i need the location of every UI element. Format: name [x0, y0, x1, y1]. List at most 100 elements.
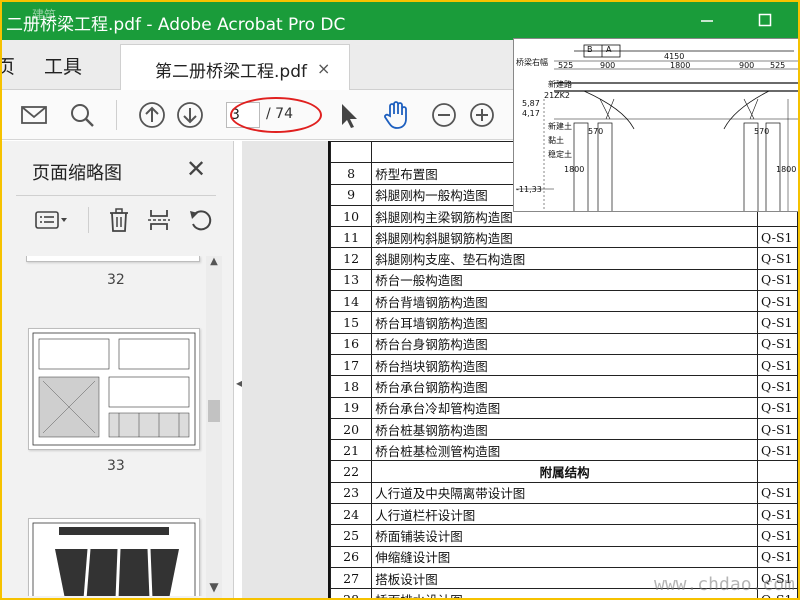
table-row: 11 斜腿刚构斜腿钢筋构造图 Q-S1 — [329, 226, 798, 249]
drawing-label: 900 — [739, 61, 755, 70]
panel-title: 页面缩略图 — [32, 163, 122, 184]
table-row: 13 桥台一般构造图 Q-S1 — [329, 268, 798, 292]
scroll-down-icon[interactable]: ▼ — [206, 580, 222, 596]
row-number: 12 — [329, 247, 373, 270]
scroll-thumb[interactable] — [208, 400, 220, 422]
plus-circle-icon — [470, 103, 494, 127]
delete-page-button[interactable] — [104, 205, 134, 235]
previous-page-button[interactable] — [136, 99, 168, 131]
drawing-label: A — [606, 45, 612, 54]
drawing-code: Q-S1 — [757, 311, 798, 334]
minimize-button[interactable] — [692, 8, 722, 32]
drawing-label: 21ZK2 — [544, 91, 570, 100]
drawing-name: 桥台台身钢筋构造图 — [371, 332, 759, 355]
drawing-name: 桥台桩基检测管构造图 — [371, 439, 759, 462]
table-row: 22 附属结构 — [329, 460, 798, 483]
drawing-code: Q-S1 — [757, 247, 798, 270]
drawing-label: 4,17 — [522, 109, 540, 118]
row-number: 23 — [329, 481, 373, 505]
maximize-button[interactable] — [750, 8, 780, 32]
table-row: 23 人行道及中央隔离带设计图 Q-S1 — [329, 481, 798, 505]
drawing-name: 人行道栏杆设计图 — [371, 503, 759, 526]
bridge-drawing-overlay: B A 4150 525 900 1800 900 525 桥梁右幅 5,87 … — [513, 38, 798, 212]
page-highlight-annotation — [230, 97, 322, 133]
next-page-button[interactable] — [174, 99, 206, 131]
minus-circle-icon — [432, 103, 456, 127]
drawing-name: 人行道及中央隔离带设计图 — [371, 481, 759, 505]
table-row: 17 桥台挡块钢筋构造图 Q-S1 — [329, 353, 798, 377]
arrow-down-circle-icon — [177, 102, 203, 128]
row-number: 9 — [329, 183, 373, 206]
drawing-code: Q-S1 — [757, 545, 798, 568]
thumbnail-scrollbar[interactable]: ▲ ▼ — [206, 256, 222, 598]
document-tab-title: 第二册桥梁工程.pdf — [155, 62, 307, 82]
drawing-code: Q-S1 — [757, 481, 798, 505]
panel-close-button[interactable]: ✕ — [186, 155, 206, 183]
drawing-label: 1800 — [776, 165, 797, 174]
table-row: 16 桥台台身钢筋构造图 Q-S1 — [329, 332, 798, 355]
drawing-code: Q-S1 — [757, 524, 798, 547]
drawing-thumbnail-icon — [32, 332, 196, 446]
thumbnail-page-34[interactable] — [28, 518, 200, 596]
thumbnail-list: 32 33 — [14, 256, 204, 596]
zoom-out-button[interactable] — [428, 99, 460, 131]
document-tab[interactable]: 第二册桥梁工程.pdf × — [120, 44, 350, 90]
drawing-code: Q-S1 — [757, 417, 798, 441]
row-number: 24 — [329, 503, 373, 526]
select-tool-button[interactable] — [332, 99, 364, 131]
minimize-icon — [701, 20, 713, 22]
rotate-page-button[interactable] — [186, 205, 216, 235]
drawing-label: 525 — [770, 61, 786, 70]
drawing-name: 斜腿刚构支座、垫石构造图 — [371, 247, 759, 270]
search-icon — [71, 104, 94, 127]
site-watermark: www.chdao.com — [654, 574, 795, 595]
title-bar: 二册桥梁工程.pdf - Adobe Acrobat Pro DC 建筑 — [2, 2, 798, 40]
row-number: 21 — [329, 439, 373, 462]
share-email-button[interactable] — [18, 99, 50, 131]
thumbnail-page-33[interactable] — [28, 328, 200, 450]
thumbnail-page-number: 32 — [107, 272, 125, 288]
drawing-name: 桥台一般构造图 — [371, 268, 759, 292]
row-number: 13 — [329, 268, 373, 292]
drawing-name: 桥台桩基钢筋构造图 — [371, 417, 759, 441]
drawing-code: Q-S1 — [757, 226, 798, 249]
drawing-label: B — [587, 45, 593, 54]
drawing-name: 伸缩缝设计图 — [371, 545, 759, 568]
table-row: 24 人行道栏杆设计图 Q-S1 — [329, 503, 798, 526]
nav-tools[interactable]: 工具 — [44, 52, 82, 79]
nav-home[interactable]: 页 — [2, 52, 15, 79]
row-number: 26 — [329, 545, 373, 568]
drawing-label: 900 — [600, 61, 616, 70]
drawing-code: Q-S1 — [757, 268, 798, 292]
row-number: 28 — [329, 588, 373, 598]
trash-icon — [110, 208, 128, 232]
drawing-label: 黏土 — [548, 136, 564, 145]
row-number: 25 — [329, 524, 373, 547]
drawing-label: 525 — [558, 61, 574, 70]
row-number: 20 — [329, 417, 373, 441]
drawing-name: 桥台背墙钢筋构造图 — [371, 290, 759, 313]
drawing-thumbnail-icon — [32, 522, 196, 596]
drawing-label: 5,87 — [522, 99, 540, 108]
thumbnail-panel: 页面缩略图 ✕ 32 33 ▲ ▼ — [2, 141, 234, 598]
window-title: 二册桥梁工程.pdf - Adobe Acrobat Pro DC — [6, 15, 346, 35]
row-number: 18 — [329, 375, 373, 398]
toolbar-divider — [116, 100, 117, 130]
drawing-label: 4150 — [664, 52, 685, 61]
zoom-in-button[interactable] — [466, 99, 498, 131]
thumbnail-partial[interactable] — [26, 256, 200, 262]
drawing-label: 新建土 — [548, 122, 572, 131]
extract-page-button[interactable] — [144, 205, 174, 235]
hand-tool-button[interactable] — [380, 99, 412, 131]
table-row: 20 桥台桩基钢筋构造图 Q-S1 — [329, 417, 798, 441]
row-number: 27 — [329, 566, 373, 590]
scroll-up-icon[interactable]: ▲ — [206, 256, 222, 270]
panel-toolbar-divider — [88, 207, 89, 233]
envelope-icon — [21, 106, 47, 124]
drawing-code: Q-S1 — [757, 439, 798, 462]
table-row: 26 伸缩缝设计图 Q-S1 — [329, 545, 798, 568]
tab-close-button[interactable]: × — [317, 59, 330, 78]
thumbnail-options-button[interactable] — [32, 205, 72, 235]
drawing-label: 570 — [588, 127, 604, 136]
search-button[interactable] — [66, 99, 98, 131]
